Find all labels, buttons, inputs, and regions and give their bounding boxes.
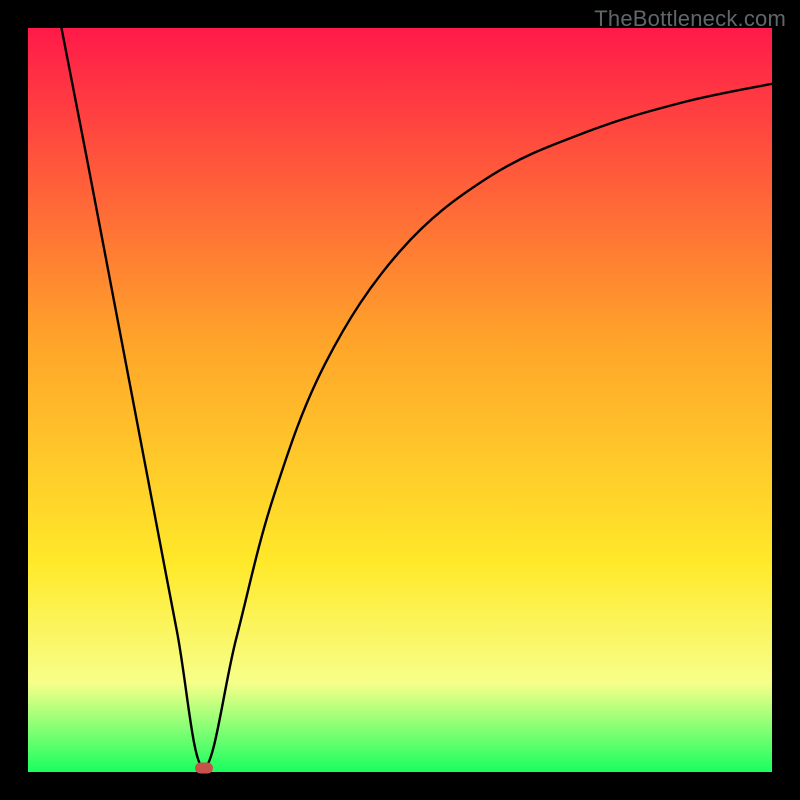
minimum-marker xyxy=(195,762,213,773)
plot-area xyxy=(28,28,772,772)
chart-frame: TheBottleneck.com xyxy=(0,0,800,800)
bottleneck-curve xyxy=(28,28,772,772)
